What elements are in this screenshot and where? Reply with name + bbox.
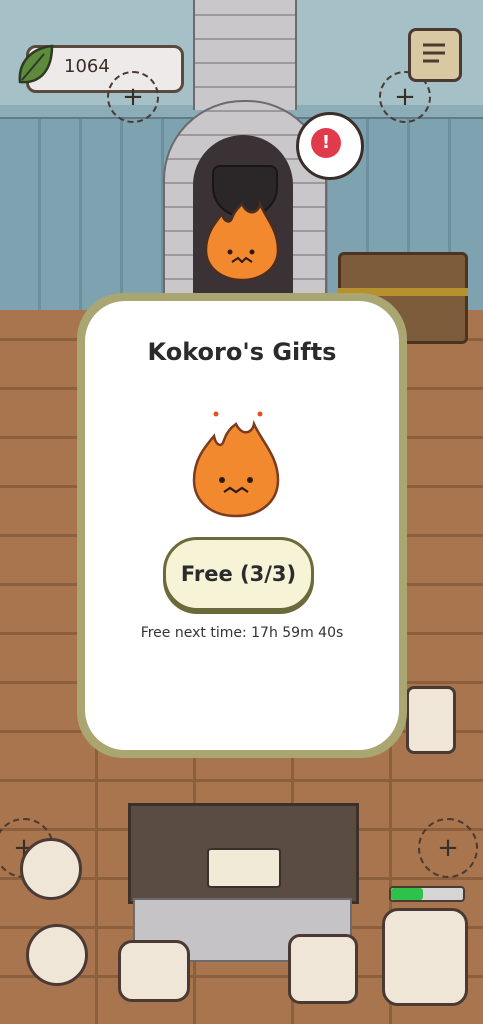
fire-spirit-icon: [192, 411, 280, 518]
chimney: [193, 0, 297, 110]
plus-icon: +: [394, 82, 416, 112]
gift-modal: [85, 301, 399, 750]
notebook-lines-icon: [423, 43, 445, 63]
exclamation-icon: !: [311, 128, 341, 158]
fire-spirit-icon[interactable]: [200, 200, 284, 284]
add-slot-button[interactable]: +: [107, 71, 159, 123]
phone-icon[interactable]: [406, 686, 456, 754]
free-gift-button[interactable]: Free (3/3): [163, 537, 314, 611]
character-icon[interactable]: [20, 838, 82, 900]
shopping-cart-icon[interactable]: [118, 940, 190, 1002]
leaf-count: 1064: [64, 56, 110, 77]
plus-icon: +: [122, 82, 144, 112]
easel-icon[interactable]: [382, 908, 468, 1006]
cards-icon[interactable]: [288, 934, 358, 1004]
leaf-icon: [18, 44, 54, 84]
chair-icon[interactable]: [26, 924, 88, 986]
notebook-icon[interactable]: [408, 28, 462, 82]
add-slot-button[interactable]: +: [418, 818, 478, 878]
progress-fill: [391, 888, 423, 900]
plus-icon: +: [437, 833, 459, 863]
modal-title: Kokoro's Gifts: [147, 338, 337, 366]
next-free-timer: Free next time: 17h 59m 40s: [140, 625, 344, 641]
open-book-icon[interactable]: [207, 848, 281, 888]
